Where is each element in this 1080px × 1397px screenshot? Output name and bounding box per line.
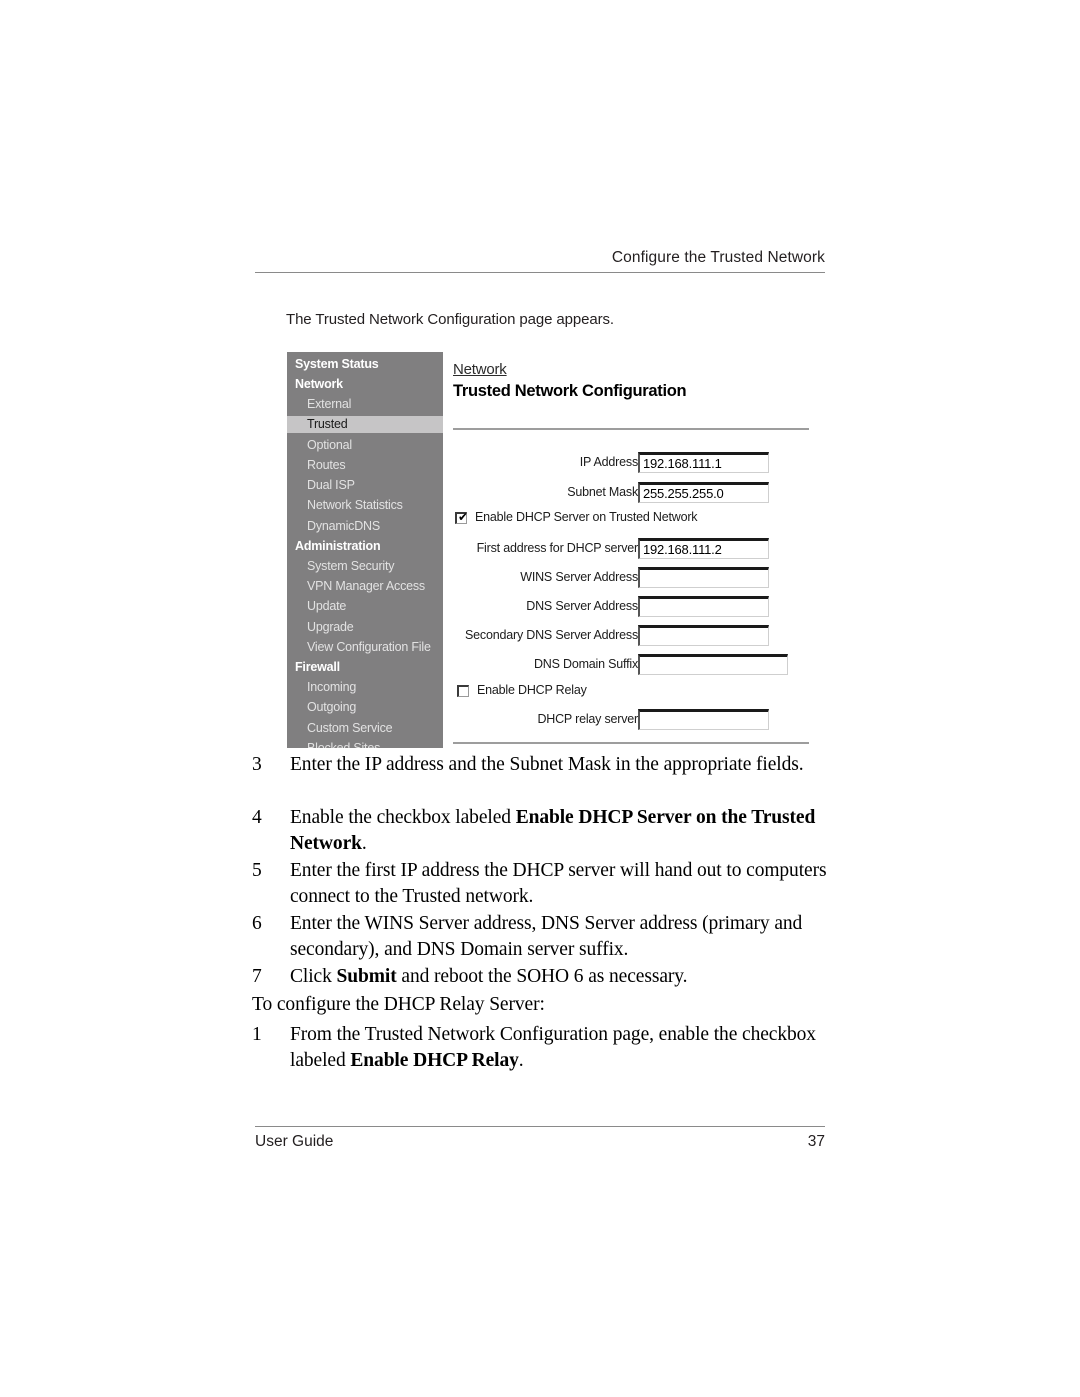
embedded-app-screenshot: System Status Network External Trusted Optio… [287, 352, 813, 748]
intro-paragraph: The Trusted Network Configuration page a… [286, 311, 614, 328]
panel-title: Trusted Network Configuration [453, 382, 687, 400]
input-secondary-dns-server-address[interactable] [638, 625, 769, 646]
sidebar-item-trusted[interactable]: Trusted [287, 415, 443, 433]
sidebar-group-network: Network [295, 377, 343, 392]
step-text: From the Trusted Network Configuration p… [290, 1024, 816, 1071]
relay-lead-in-paragraph: To configure the DHCP Relay Server: [252, 994, 545, 1015]
input-dns-server-address[interactable] [638, 596, 769, 617]
checkbox-label-enable-dhcp-relay: Enable DHCP Relay [477, 683, 587, 697]
step-text: Enter the first IP address the DHCP serv… [290, 860, 827, 907]
form-row: IP Address 192.168.111.1 [287, 452, 807, 476]
input-subnet-mask[interactable]: 255.255.255.0 [638, 482, 769, 503]
label-wins-server-address: WINS Server Address [520, 570, 638, 584]
step-number: 1 [252, 1024, 262, 1045]
field-label-container: DNS Domain Suffix [443, 654, 638, 676]
step-number: 3 [252, 754, 262, 775]
step-text: Enable the checkbox labeled Enable DHCP … [290, 807, 816, 854]
form-row: DHCP relay server [287, 709, 807, 733]
form-row: DNS Domain Suffix [287, 654, 807, 678]
panel-divider-bottom [453, 742, 809, 744]
checkbox-label-enable-dhcp-server-on-trusted-network: Enable DHCP Server on Trusted Network [475, 510, 698, 524]
checkbox-unchecked-icon[interactable] [457, 685, 469, 697]
sidebar-group-system-status: System Status [295, 357, 379, 371]
page-running-head: Configure the Trusted Network [611, 249, 825, 266]
form-row: Subnet Mask 255.255.255.0 [287, 482, 807, 506]
field-label-container: First address for DHCP server [443, 538, 639, 560]
field-label-container: DHCP relay server [443, 709, 638, 731]
input-dhcp-relay-server[interactable] [638, 709, 769, 730]
form-row: DNS Server Address [287, 596, 807, 620]
sidebar-item-external[interactable]: External [307, 397, 351, 411]
form-row: First address for DHCP server 192.168.111… [287, 538, 807, 562]
input-dns-domain-suffix[interactable] [638, 654, 788, 675]
breadcrumb-network-link[interactable]: Network [453, 361, 507, 378]
label-dns-server-address: DNS Server Address [526, 599, 638, 613]
label-dhcp-relay-server: DHCP relay server [537, 712, 638, 726]
header-divider [255, 272, 825, 273]
field-label-container: DNS Server Address [443, 596, 638, 618]
field-label-container: WINS Server Address [443, 567, 638, 589]
label-subnet-mask: Subnet Mask [567, 485, 638, 499]
step-text: Enter the IP address and the Subnet Mask… [290, 754, 804, 775]
step-number: 6 [252, 913, 262, 934]
step-number: 7 [252, 966, 262, 987]
form-row: WINS Server Address [287, 567, 807, 591]
step-number: 5 [252, 860, 262, 881]
field-label-container: IP Address [443, 452, 638, 474]
step-number: 4 [252, 807, 262, 828]
panel-divider-top [453, 428, 809, 430]
field-label-container: Secondary DNS Server Address [443, 625, 638, 647]
step-text: Click Submit and reboot the SOHO 6 as ne… [290, 966, 688, 987]
label-secondary-dns-server-address: Secondary DNS Server Address [465, 628, 638, 642]
label-dns-domain-suffix: DNS Domain Suffix [533, 657, 638, 671]
step-text: Enter the WINS Server address, DNS Serve… [290, 913, 803, 960]
field-label-container: Subnet Mask [443, 482, 638, 504]
input-first-address-for-dhcp-server[interactable]: 192.168.111.2 [638, 538, 769, 559]
footer-divider [255, 1126, 825, 1127]
footer-page-number: 37 [807, 1133, 825, 1150]
input-wins-server-address[interactable] [638, 567, 769, 588]
sidebar-item-blocked-sites[interactable]: Blocked Sites [307, 741, 380, 748]
checkbox-checked-icon[interactable]: ✔ [455, 510, 469, 524]
label-first-address-for-dhcp-server: First address for DHCP server [476, 541, 639, 555]
sidebar-item-optional[interactable]: Optional [307, 438, 352, 452]
sidebar-item-dynamicdns[interactable]: DynamicDNS [307, 519, 380, 533]
label-ip-address: IP Address [579, 455, 638, 469]
sidebar-item-incoming[interactable]: Incoming [307, 680, 356, 694]
check-mark-icon: ✔ [458, 510, 469, 524]
form-row: Secondary DNS Server Address [287, 625, 807, 649]
input-ip-address[interactable]: 192.168.111.1 [638, 452, 769, 473]
